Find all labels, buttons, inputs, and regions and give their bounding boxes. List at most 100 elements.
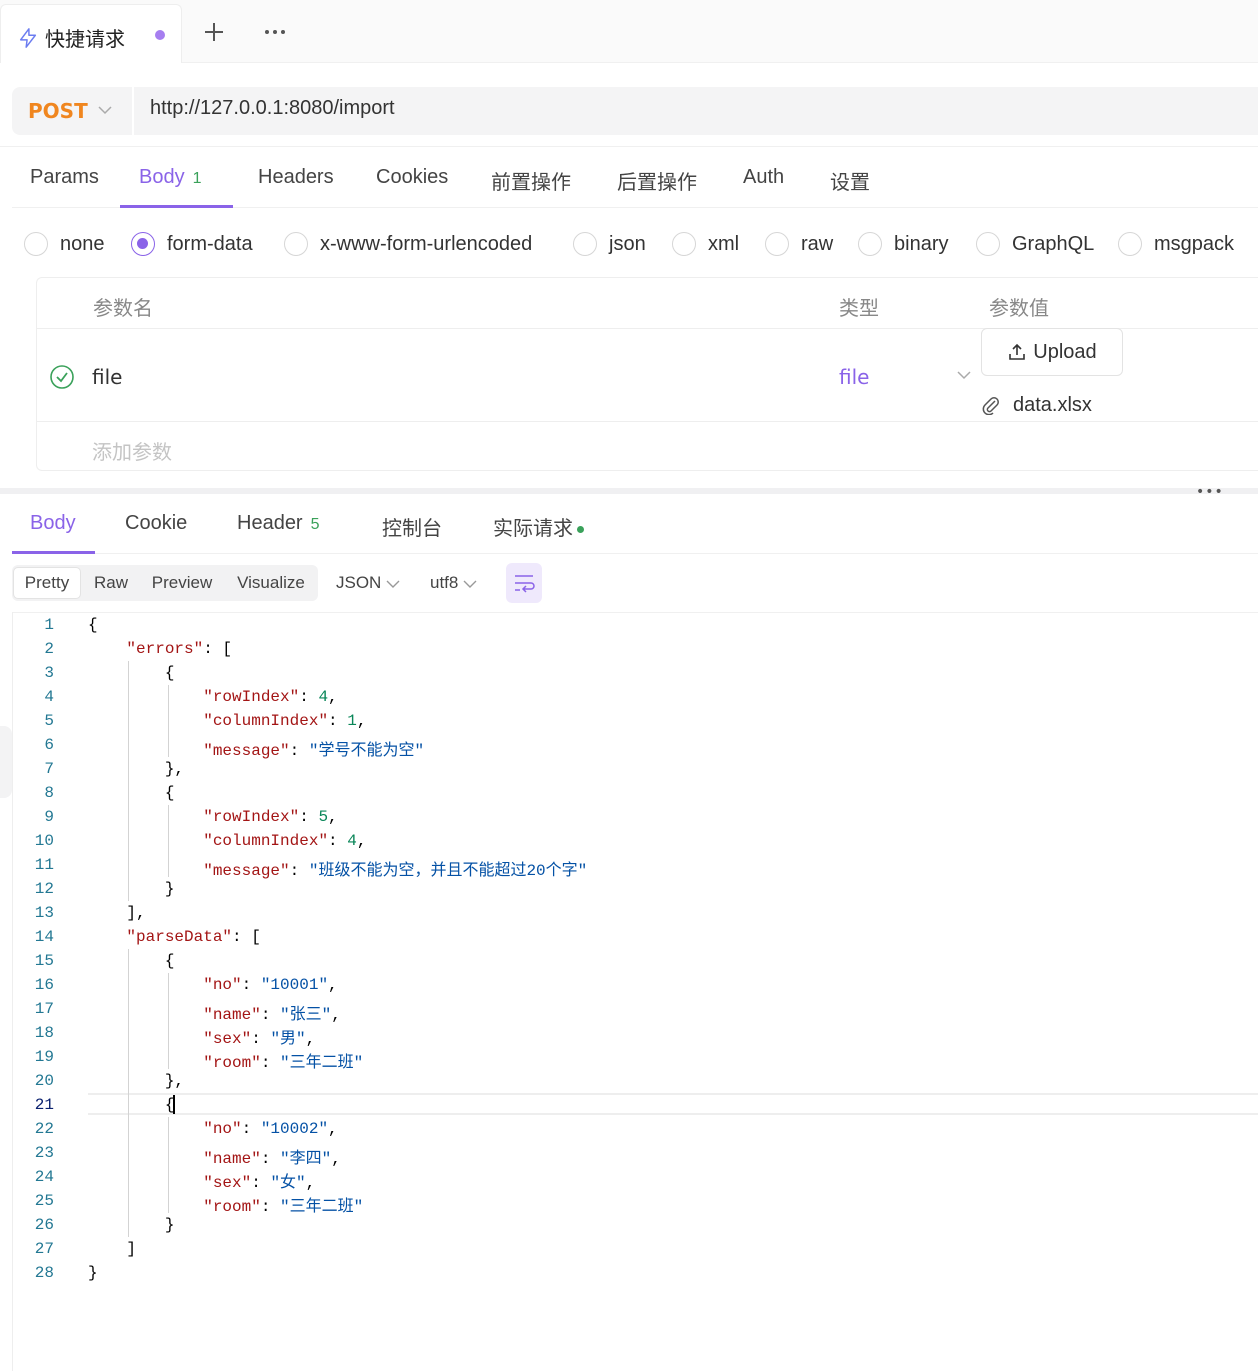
line-number: 5 xyxy=(44,712,54,730)
code-line: { xyxy=(88,952,175,970)
response-code-editor[interactable]: 1 {2 "errors": [3 {4 "rowIndex": 4, 5 "col… xyxy=(12,613,1258,1303)
chevron-down-icon[interactable] xyxy=(955,366,973,384)
column-header-type: 类型 xyxy=(839,296,879,320)
method-select[interactable]: POST xyxy=(28,99,88,123)
code-line: { xyxy=(88,664,175,682)
top-tab-bar: 快捷请求 xyxy=(0,0,1258,63)
line-number: 20 xyxy=(34,1072,54,1090)
tab-pre-request[interactable]: 前置操作 xyxy=(491,166,571,195)
code-line: "name": "李四", xyxy=(203,1150,341,1168)
response-tab-header[interactable]: Header 5 xyxy=(237,512,320,535)
tab-settings[interactable]: 设置 xyxy=(830,166,870,195)
word-wrap-button[interactable] xyxy=(506,563,542,603)
chevron-down-icon[interactable] xyxy=(96,101,114,119)
line-number: 17 xyxy=(34,1000,54,1018)
more-icon[interactable] xyxy=(262,18,288,46)
format-select[interactable]: JSON xyxy=(336,573,401,593)
line-number: 7 xyxy=(44,760,54,778)
check-circle-icon[interactable] xyxy=(49,364,75,390)
tab-body-label: Body xyxy=(139,166,185,188)
upload-button[interactable]: Upload xyxy=(981,328,1123,376)
line-number: 9 xyxy=(44,808,54,826)
radio-form-data[interactable]: form-data xyxy=(131,230,253,258)
tab-auth[interactable]: Auth xyxy=(743,166,784,189)
radio-label: xml xyxy=(708,232,740,255)
radio-msgpack[interactable]: msgpack xyxy=(1118,230,1234,258)
tab-cookies[interactable]: Cookies xyxy=(376,166,448,189)
line-number: 12 xyxy=(34,880,54,898)
radio-label: json xyxy=(609,232,646,255)
radio-label: binary xyxy=(894,232,949,255)
line-number: 14 xyxy=(34,928,54,946)
active-tab-indicator xyxy=(120,205,233,208)
response-tab-cookie[interactable]: Cookie xyxy=(125,512,187,535)
divider xyxy=(37,421,1258,422)
panel-splitter[interactable] xyxy=(0,488,1258,494)
url-input[interactable]: http://127.0.0.1:8080/import xyxy=(150,97,395,120)
radio-circle xyxy=(573,232,597,256)
status-dot xyxy=(577,526,584,534)
radio-xml[interactable]: xml xyxy=(672,230,739,258)
radio-binary[interactable]: binary xyxy=(858,230,948,258)
radio-graphql[interactable]: GraphQL xyxy=(976,230,1094,258)
mode-raw[interactable]: Raw xyxy=(86,565,136,601)
response-tab-actual-request-label: 实际请求 xyxy=(493,518,573,540)
code-line: "errors": [ xyxy=(126,640,233,658)
response-tab-body[interactable]: Body xyxy=(30,512,76,535)
param-type-select[interactable]: file xyxy=(839,365,869,389)
response-tab-console[interactable]: 控制台 xyxy=(382,512,442,541)
add-param-input[interactable]: 添加参数 xyxy=(92,436,172,465)
radio-urlencoded[interactable]: x-www-form-urlencoded xyxy=(284,230,532,258)
radio-circle xyxy=(858,232,882,256)
chevron-down-icon xyxy=(463,580,477,588)
file-name[interactable]: data.xlsx xyxy=(1013,394,1092,417)
tab-post-request[interactable]: 后置操作 xyxy=(617,166,697,195)
line-number: 10 xyxy=(34,832,54,850)
code-line: "rowIndex": 4, xyxy=(203,688,338,706)
code-line: "rowIndex": 5, xyxy=(203,808,338,826)
line-number: 19 xyxy=(34,1048,54,1066)
drag-handle-icon[interactable]: ••• xyxy=(1196,484,1224,500)
tab-params[interactable]: Params xyxy=(30,166,99,189)
radio-json[interactable]: json xyxy=(573,230,646,258)
radio-raw[interactable]: raw xyxy=(765,230,833,258)
response-tab-header-label: Header xyxy=(237,512,303,534)
code-line: "message": "班级不能为空，并且不能超过20个字" xyxy=(203,862,588,880)
mode-visualize[interactable]: Visualize xyxy=(230,565,312,601)
response-tab-actual-request[interactable]: 实际请求 xyxy=(493,512,584,541)
view-mode-switch: Pretty Raw Preview Visualize xyxy=(12,565,318,601)
divider xyxy=(12,553,1258,554)
line-number: 6 xyxy=(44,736,54,754)
request-tab[interactable]: 快捷请求 xyxy=(0,4,182,63)
code-line: "name": "张三", xyxy=(203,1006,341,1024)
sidebar-toggle-handle[interactable] xyxy=(0,726,12,798)
tab-body-count: 1 xyxy=(192,170,202,187)
mode-pretty[interactable]: Pretty xyxy=(13,567,81,599)
divider xyxy=(132,87,134,135)
code-line: } xyxy=(88,1264,98,1282)
radio-label: raw xyxy=(801,232,834,255)
encoding-label: utf8 xyxy=(430,573,459,592)
line-number: 16 xyxy=(34,976,54,994)
mode-preview[interactable]: Preview xyxy=(146,565,218,601)
code-line: "sex": "女", xyxy=(203,1174,316,1192)
line-number: 3 xyxy=(44,664,54,682)
code-line: "no": "10001", xyxy=(203,976,338,994)
param-name[interactable]: file xyxy=(92,365,122,389)
tab-body[interactable]: Body 1 xyxy=(139,166,202,189)
tab-headers[interactable]: Headers xyxy=(258,166,334,189)
radio-none[interactable]: none xyxy=(24,230,105,258)
wrap-icon xyxy=(515,575,535,593)
radio-label: none xyxy=(60,232,105,255)
new-tab-button[interactable] xyxy=(200,18,228,46)
code-line: }, xyxy=(88,1072,185,1090)
upload-icon xyxy=(1009,343,1026,360)
line-number: 18 xyxy=(34,1024,54,1042)
chevron-down-icon xyxy=(386,580,400,588)
line-number: 15 xyxy=(34,952,54,970)
unsaved-dot xyxy=(155,30,165,40)
line-number: 27 xyxy=(34,1240,54,1258)
line-number: 2 xyxy=(44,640,54,658)
encoding-select[interactable]: utf8 xyxy=(430,573,478,593)
line-number: 28 xyxy=(34,1264,54,1282)
